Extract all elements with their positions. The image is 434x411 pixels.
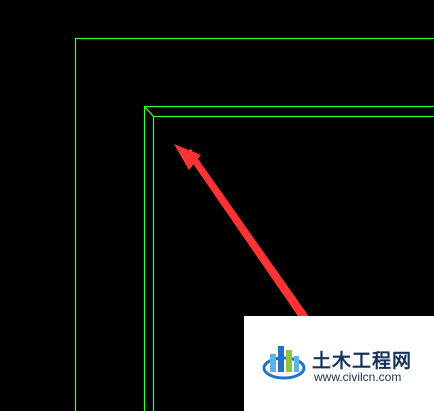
civilcn-logo-icon: [262, 346, 306, 380]
watermark-url: www.civilcn.com: [314, 370, 402, 384]
watermark-title: 土木工程网: [312, 350, 413, 372]
inner-frame-corner-miter: [144, 106, 154, 117]
red-arrow-icon: [174, 144, 310, 322]
arrow-shaft: [185, 149, 310, 322]
site-watermark: 土木工程网 www.civilcn.com: [244, 316, 434, 411]
